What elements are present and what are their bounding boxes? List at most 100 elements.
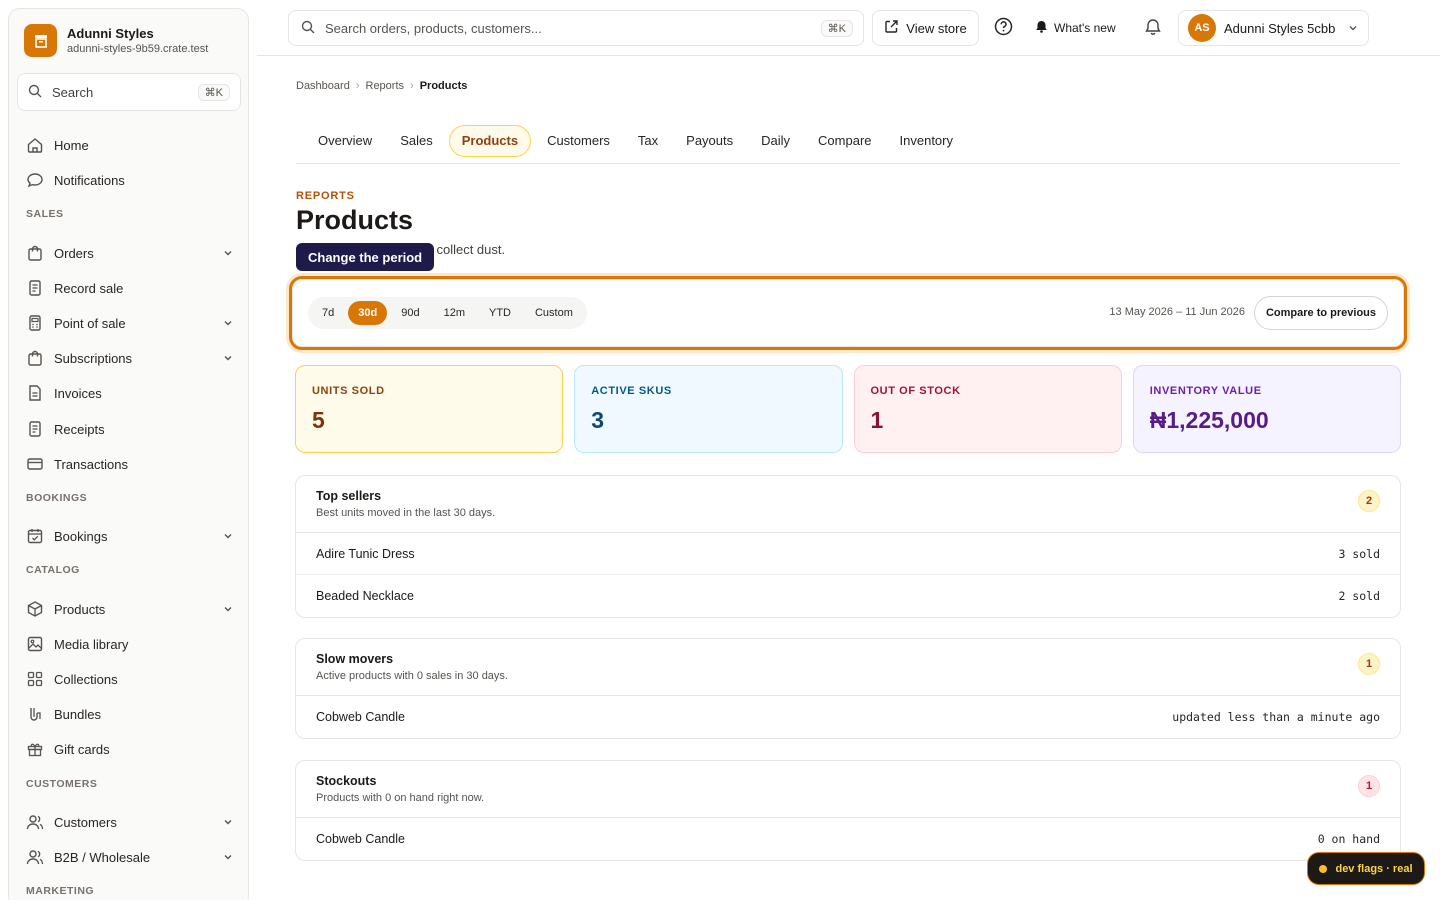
list-item[interactable]: Cobweb Candle 0 on hand bbox=[296, 818, 1400, 860]
period-option-90d[interactable]: 90d bbox=[391, 301, 429, 325]
topbar: Search orders, products, customers... ⌘K… bbox=[257, 0, 1440, 56]
help-button[interactable] bbox=[991, 16, 1015, 40]
whats-new-button[interactable]: What's new bbox=[1035, 16, 1116, 40]
sidebar-search[interactable]: Search ⌘K bbox=[17, 73, 241, 111]
sidebar-item-collections[interactable]: Collections bbox=[26, 665, 234, 693]
sidebar-item-label: Notifications bbox=[54, 172, 125, 188]
row-meta: 0 on hand bbox=[1317, 832, 1380, 846]
breadcrumb-reports[interactable]: Reports bbox=[366, 80, 405, 92]
notifications-button[interactable] bbox=[1141, 16, 1165, 40]
sidebar-item-media-library[interactable]: Media library bbox=[26, 630, 234, 658]
card-icon bbox=[26, 455, 44, 473]
kpi-value: ₦1,225,000 bbox=[1149, 407, 1269, 433]
product-name: Beaded Necklace bbox=[316, 589, 414, 603]
dev-flags-label: dev flags · real bbox=[1335, 862, 1413, 875]
report-card-slow-movers: Slow movers Active products with 0 sales … bbox=[295, 638, 1401, 739]
sidebar-section-catalog: CATALOG bbox=[26, 564, 80, 576]
sidebar-item-label: Invoices bbox=[54, 385, 102, 401]
brand-name: Adunni Styles bbox=[67, 25, 154, 41]
count-badge: 1 bbox=[1358, 653, 1380, 675]
tab-payouts[interactable]: Payouts bbox=[674, 125, 745, 157]
sidebar-item-point-of-sale[interactable]: Point of sale bbox=[26, 309, 234, 337]
document-icon bbox=[26, 384, 44, 402]
sidebar-item-label: Bookings bbox=[54, 528, 108, 544]
sidebar-item-bundles[interactable]: Bundles bbox=[26, 700, 234, 728]
account-menu[interactable]: AS Adunni Styles 5cbb bbox=[1178, 10, 1369, 46]
row-meta: 3 sold bbox=[1338, 546, 1380, 561]
brand[interactable]: Adunni Styles adunni-styles-9b59.crate.t… bbox=[24, 24, 208, 57]
row-meta: 2 sold bbox=[1338, 589, 1380, 603]
dev-flags-badge[interactable]: dev flags · real bbox=[1307, 852, 1425, 885]
tab-compare[interactable]: Compare bbox=[806, 125, 883, 157]
sidebar-item-label: Record sale bbox=[54, 280, 124, 296]
sidebar-item-products[interactable]: Products bbox=[26, 595, 234, 623]
date-range: 13 May 2026 – 11 Jun 2026 bbox=[1109, 306, 1245, 318]
list-item[interactable]: Beaded Necklace 2 sold bbox=[296, 575, 1400, 617]
tab-tax[interactable]: Tax bbox=[626, 125, 670, 157]
sidebar-item-gift-cards[interactable]: Gift cards bbox=[26, 735, 234, 763]
sidebar-item-label: Customers bbox=[54, 814, 117, 830]
compare-to-previous-button[interactable]: Compare to previous bbox=[1254, 296, 1388, 330]
sidebar-item-home[interactable]: Home bbox=[26, 131, 234, 159]
grid-icon bbox=[26, 670, 44, 688]
chevron-down-icon bbox=[222, 530, 234, 542]
count-badge: 2 bbox=[1358, 490, 1380, 512]
tab-inventory[interactable]: Inventory bbox=[888, 125, 965, 157]
card-title: Slow movers bbox=[316, 652, 394, 666]
sidebar-item-subscriptions[interactable]: Subscriptions bbox=[26, 344, 234, 372]
list-item[interactable]: Adire Tunic Dress 3 sold bbox=[296, 533, 1400, 575]
external-link-icon bbox=[884, 19, 899, 37]
global-search-input[interactable]: Search orders, products, customers... ⌘K bbox=[288, 10, 864, 46]
report-card-stockouts: Stockouts Products with 0 on hand right n… bbox=[295, 760, 1401, 861]
period-option-30d[interactable]: 30d bbox=[348, 301, 388, 325]
sidebar-section-bookings: BOOKINGS bbox=[26, 492, 88, 504]
tab-daily[interactable]: Daily bbox=[749, 125, 802, 157]
card-header: Slow movers Active products with 0 sales … bbox=[296, 639, 1400, 696]
sidebar-item-b2b-wholesale[interactable]: B2B / Wholesale bbox=[26, 843, 234, 871]
chevron-down-icon bbox=[222, 816, 234, 828]
tab-sales[interactable]: Sales bbox=[388, 125, 445, 157]
sidebar-item-transactions[interactable]: Transactions bbox=[26, 450, 234, 478]
view-store-label: View store bbox=[906, 20, 967, 36]
sidebar-item-label: Gift cards bbox=[54, 741, 110, 757]
kpi-card-units-sold: UNITS SOLD 5 bbox=[295, 365, 564, 453]
card-header: Stockouts Products with 0 on hand right n… bbox=[296, 761, 1400, 818]
breadcrumb-current: Products bbox=[419, 80, 468, 92]
sidebar-item-label: Receipts bbox=[54, 421, 105, 437]
sidebar-item-invoices[interactable]: Invoices bbox=[26, 379, 234, 407]
breadcrumb-dashboard[interactable]: Dashboard bbox=[296, 80, 350, 92]
period-option-12m[interactable]: 12m bbox=[434, 301, 475, 325]
period-option-custom[interactable]: Custom bbox=[525, 301, 583, 325]
view-store-button[interactable]: View store bbox=[872, 10, 979, 46]
kpi-card-inventory-value: INVENTORY VALUE ₦1,225,000 bbox=[1132, 365, 1401, 453]
kpi-card-active-skus: ACTIVE SKUS 3 bbox=[574, 365, 843, 453]
store-logo-icon bbox=[24, 24, 57, 57]
shortcut-badge: ⌘K bbox=[820, 19, 853, 37]
kpi-value: 3 bbox=[591, 407, 605, 433]
chevron-down-icon bbox=[222, 247, 234, 259]
report-card-top-sellers: Top sellers Best units moved in the last … bbox=[295, 475, 1401, 618]
list-item[interactable]: Cobweb Candle updated less than a minute … bbox=[296, 696, 1400, 738]
chevron-down-icon bbox=[222, 851, 234, 863]
sidebar-item-notifications[interactable]: Notifications bbox=[26, 166, 234, 194]
tab-overview[interactable]: Overview bbox=[306, 125, 384, 157]
sidebar-item-orders[interactable]: Orders bbox=[26, 239, 234, 267]
period-selector-panel: 7d 30d 90d 12m YTD Custom 13 May 2026 – 11 Ju… bbox=[289, 276, 1407, 350]
chevron-down-icon bbox=[1348, 21, 1358, 36]
period-option-ytd[interactable]: YTD bbox=[479, 301, 521, 325]
tab-products[interactable]: Products bbox=[448, 124, 532, 157]
bag-icon bbox=[26, 349, 44, 367]
sidebar-item-label: Products bbox=[54, 601, 106, 617]
sidebar-item-bookings[interactable]: Bookings bbox=[26, 522, 234, 550]
product-name: Cobweb Candle bbox=[316, 832, 405, 846]
page-title: Products bbox=[296, 205, 414, 235]
sidebar-item-record-sale[interactable]: Record sale bbox=[26, 274, 234, 302]
sidebar-item-customers[interactable]: Customers bbox=[26, 808, 234, 836]
tab-customers[interactable]: Customers bbox=[535, 125, 622, 157]
users-icon bbox=[26, 848, 44, 866]
home-icon bbox=[26, 136, 44, 154]
row-meta: updated less than a minute ago bbox=[1172, 710, 1380, 724]
period-option-7d[interactable]: 7d bbox=[312, 301, 344, 325]
sidebar-item-receipts[interactable]: Receipts bbox=[26, 415, 234, 443]
sidebar-item-label: Collections bbox=[54, 671, 118, 687]
